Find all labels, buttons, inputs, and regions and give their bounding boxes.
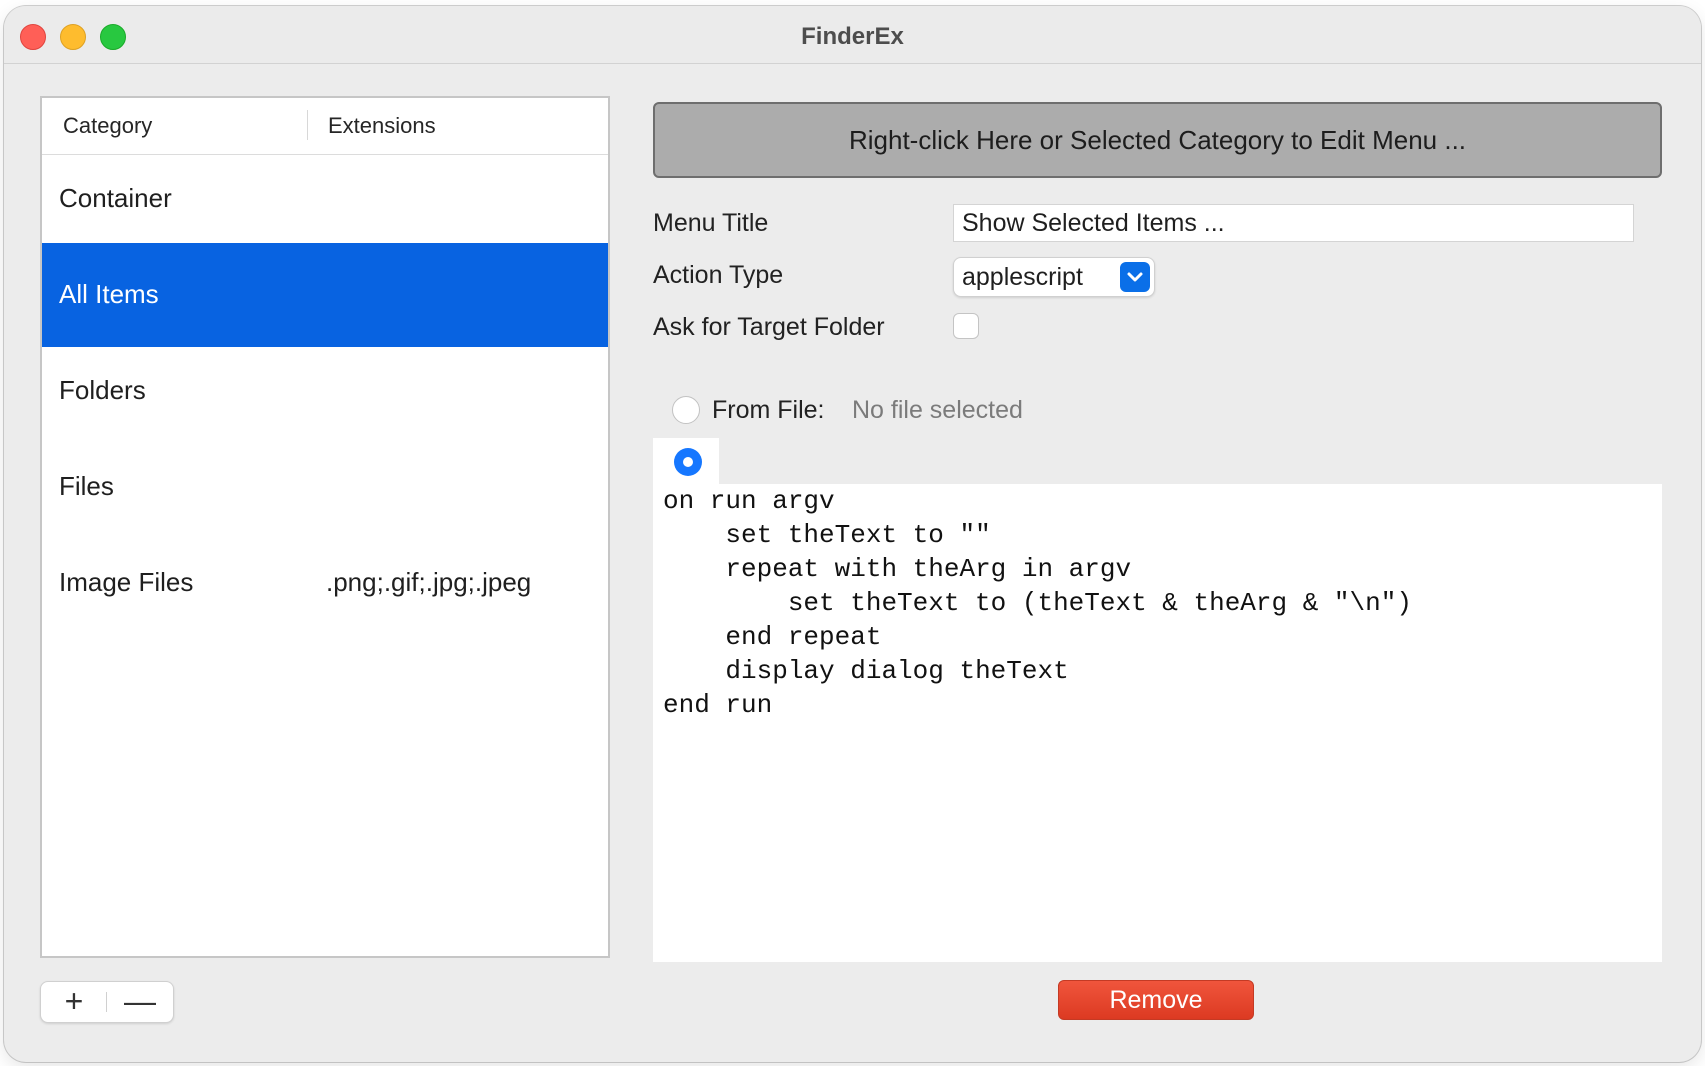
- table-row[interactable]: Container: [42, 147, 608, 251]
- category-table[interactable]: Category Extensions Container All Items …: [40, 96, 610, 958]
- window-title: FinderEx: [801, 23, 904, 50]
- inline-script-radio[interactable]: [674, 448, 702, 476]
- table-row-selected[interactable]: All Items: [42, 243, 608, 347]
- column-header-category[interactable]: Category: [63, 113, 152, 139]
- row-category: Folders: [59, 375, 146, 405]
- row-category: Image Files: [59, 567, 194, 597]
- add-remove-control: + —: [40, 981, 174, 1023]
- from-file-label: From File:: [712, 396, 825, 424]
- title-bar: FinderEx: [4, 6, 1701, 64]
- menu-title-input[interactable]: [953, 204, 1634, 242]
- row-category: Container: [59, 183, 172, 213]
- column-divider: [307, 110, 308, 140]
- column-header-extensions[interactable]: Extensions: [328, 113, 436, 139]
- row-category: Files: [59, 471, 114, 501]
- action-type-select[interactable]: applescript: [953, 257, 1155, 297]
- ask-target-folder-checkbox[interactable]: [953, 313, 979, 339]
- from-file-radio[interactable]: [672, 396, 700, 424]
- remove-category-button[interactable]: —: [107, 982, 173, 1022]
- file-status-text: No file selected: [852, 396, 1023, 424]
- row-category: All Items: [59, 279, 159, 309]
- table-row[interactable]: Image Files .png;.gif;.jpg;.jpeg: [42, 531, 608, 635]
- menu-title-label: Menu Title: [653, 209, 769, 237]
- action-type-label: Action Type: [653, 261, 784, 289]
- add-category-button[interactable]: +: [41, 982, 107, 1022]
- chevron-down-icon[interactable]: [1120, 262, 1150, 292]
- table-row[interactable]: Files: [42, 435, 608, 539]
- ask-target-folder-label: Ask for Target Folder: [653, 313, 885, 341]
- remove-button[interactable]: Remove: [1058, 980, 1254, 1020]
- table-row[interactable]: Folders: [42, 339, 608, 443]
- row-extensions: .png;.gif;.jpg;.jpeg: [326, 567, 532, 597]
- action-type-value: applescript: [962, 263, 1083, 291]
- script-editor[interactable]: on run argv set theText to "" repeat wit…: [653, 484, 1662, 962]
- edit-menu-bar[interactable]: Right-click Here or Selected Category to…: [653, 102, 1662, 178]
